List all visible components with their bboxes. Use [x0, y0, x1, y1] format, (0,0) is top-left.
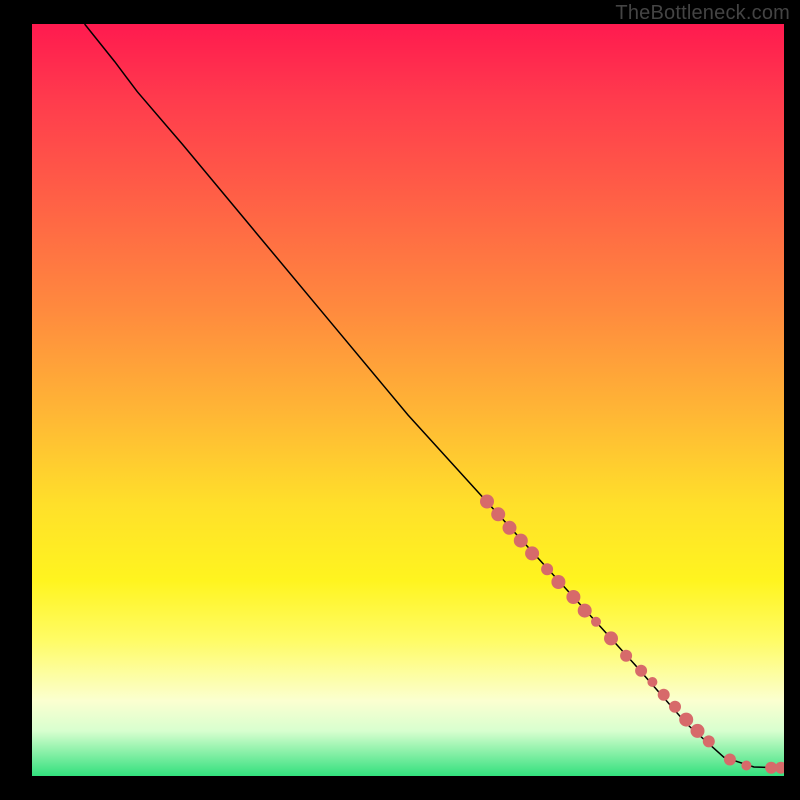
data-point — [775, 762, 784, 774]
data-point — [566, 590, 580, 604]
data-point — [503, 521, 517, 535]
data-point — [620, 650, 632, 662]
markers-group — [480, 495, 784, 774]
data-point — [551, 575, 565, 589]
data-point — [691, 724, 705, 738]
data-point — [741, 761, 751, 771]
data-point — [658, 689, 670, 701]
data-point — [724, 754, 736, 766]
data-point — [635, 665, 647, 677]
data-point — [679, 713, 693, 727]
data-point — [525, 546, 539, 560]
data-point — [604, 631, 618, 645]
chart-frame: TheBottleneck.com — [0, 0, 800, 800]
chart-svg — [32, 24, 784, 776]
data-point — [647, 677, 657, 687]
watermark-text: TheBottleneck.com — [615, 2, 790, 25]
data-point — [514, 534, 528, 548]
data-point — [703, 735, 715, 747]
data-point — [541, 563, 553, 575]
data-point — [491, 507, 505, 521]
data-point — [480, 495, 494, 509]
data-point — [578, 604, 592, 618]
data-point — [591, 617, 601, 627]
curve-line — [85, 24, 781, 768]
plot-area — [32, 24, 784, 776]
data-point — [669, 701, 681, 713]
